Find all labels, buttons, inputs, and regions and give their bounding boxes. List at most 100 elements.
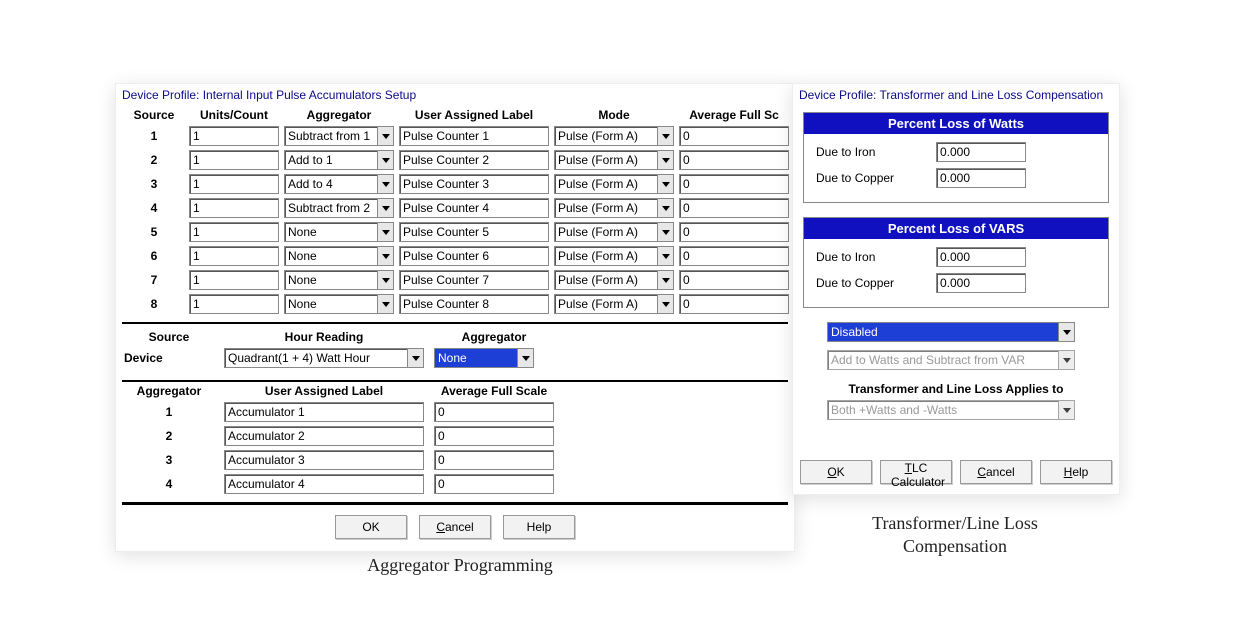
avg-full-scale-input[interactable] bbox=[679, 222, 789, 242]
row-number: 1 bbox=[124, 405, 214, 419]
accumulator-label-input[interactable] bbox=[224, 450, 424, 470]
units-count-input[interactable] bbox=[189, 174, 279, 194]
aggregator-select[interactable]: None bbox=[284, 222, 394, 242]
accumulator-row: 2 bbox=[116, 424, 794, 448]
units-count-input[interactable] bbox=[189, 222, 279, 242]
dropdown-icon bbox=[517, 349, 533, 367]
dropdown-icon bbox=[657, 247, 673, 265]
aggregator-value: None bbox=[285, 271, 377, 289]
ok-button[interactable]: OK bbox=[335, 515, 407, 539]
avg-full-scale-input[interactable] bbox=[679, 126, 789, 146]
vars-iron-input[interactable] bbox=[936, 247, 1026, 267]
help-button[interactable]: Help bbox=[503, 515, 575, 539]
aggregator-select[interactable]: None bbox=[284, 270, 394, 290]
hdr-avg3: Average Full Scale bbox=[434, 384, 554, 398]
mode-select[interactable]: Pulse (Form A) bbox=[554, 150, 674, 170]
dropdown-icon bbox=[1058, 323, 1074, 341]
row-number: 2 bbox=[124, 153, 184, 167]
vars-group: Percent Loss of VARS Due to Iron Due to … bbox=[803, 217, 1109, 308]
user-label-input[interactable] bbox=[399, 126, 549, 146]
avg-full-scale-input[interactable] bbox=[679, 174, 789, 194]
applies-value: Both +Watts and -Watts bbox=[828, 401, 1058, 419]
due-copper-label: Due to Copper bbox=[816, 171, 926, 185]
avg-full-scale-input[interactable] bbox=[679, 270, 789, 290]
accumulator-avg-input[interactable] bbox=[434, 426, 554, 446]
mode-select[interactable]: Pulse (Form A) bbox=[554, 270, 674, 290]
avg-full-scale-input[interactable] bbox=[679, 294, 789, 314]
aggregator-select[interactable]: Subtract from 2 bbox=[284, 198, 394, 218]
mode-select[interactable]: Pulse (Form A) bbox=[554, 198, 674, 218]
vars-title: Percent Loss of VARS bbox=[804, 218, 1108, 239]
watts-copper-input[interactable] bbox=[936, 168, 1026, 188]
aggregator-select[interactable]: None bbox=[284, 294, 394, 314]
mode-select[interactable]: Pulse (Form A) bbox=[554, 222, 674, 242]
user-label-input[interactable] bbox=[399, 198, 549, 218]
aggregator-value: None bbox=[285, 295, 377, 313]
units-count-input[interactable] bbox=[189, 126, 279, 146]
aggregator-select[interactable]: Subtract from 1 bbox=[284, 126, 394, 146]
units-count-input[interactable] bbox=[189, 198, 279, 218]
avg-full-scale-input[interactable] bbox=[679, 198, 789, 218]
due-iron-label: Due to Iron bbox=[816, 145, 926, 159]
dropdown-icon bbox=[657, 127, 673, 145]
accumulator-avg-input[interactable] bbox=[434, 450, 554, 470]
mode-value: Pulse (Form A) bbox=[555, 127, 657, 145]
accumulator-avg-input[interactable] bbox=[434, 474, 554, 494]
vars-copper-input[interactable] bbox=[936, 273, 1026, 293]
aggregator-select[interactable]: Add to 1 bbox=[284, 150, 394, 170]
user-label-input[interactable] bbox=[399, 270, 549, 290]
hdr-avg: Average Full Sc bbox=[679, 108, 789, 122]
device-label: Device bbox=[124, 351, 214, 365]
dialog-title: Device Profile: Internal Input Pulse Acc… bbox=[116, 84, 794, 106]
user-label-input[interactable] bbox=[399, 294, 549, 314]
units-count-input[interactable] bbox=[189, 246, 279, 266]
dropdown-icon bbox=[657, 175, 673, 193]
mode-value: Pulse (Form A) bbox=[555, 151, 657, 169]
row-number: 3 bbox=[124, 453, 214, 467]
mode-select[interactable]: Pulse (Form A) bbox=[554, 246, 674, 266]
user-label-input[interactable] bbox=[399, 246, 549, 266]
device-aggregator-select[interactable]: None bbox=[434, 348, 534, 368]
help-button[interactable]: Help bbox=[1040, 460, 1112, 484]
dialog-title: Device Profile: Transformer and Line Los… bbox=[793, 84, 1119, 106]
dropdown-icon bbox=[1058, 351, 1074, 369]
avg-full-scale-input[interactable] bbox=[679, 246, 789, 266]
cancel-button[interactable]: Cancel bbox=[960, 460, 1032, 484]
ok-button[interactable]: OK bbox=[800, 460, 872, 484]
aggregator-select[interactable]: Add to 4 bbox=[284, 174, 394, 194]
cancel-button[interactable]: Cancel bbox=[419, 515, 491, 539]
mode-select[interactable]: Pulse (Form A) bbox=[554, 294, 674, 314]
accumulator-label-input[interactable] bbox=[224, 426, 424, 446]
watts-iron-input[interactable] bbox=[936, 142, 1026, 162]
mode-select[interactable]: Pulse (Form A) bbox=[554, 174, 674, 194]
units-count-input[interactable] bbox=[189, 294, 279, 314]
aggregator-value: Add to 1 bbox=[285, 151, 377, 169]
hour-reading-select[interactable]: Quadrant(1 + 4) Watt Hour bbox=[224, 348, 424, 368]
user-label-input[interactable] bbox=[399, 174, 549, 194]
mode-select[interactable]: Pulse (Form A) bbox=[554, 126, 674, 146]
mode-value: Pulse (Form A) bbox=[555, 295, 657, 313]
user-label-input[interactable] bbox=[399, 150, 549, 170]
dropdown-icon bbox=[657, 223, 673, 241]
accumulator-label-input[interactable] bbox=[224, 474, 424, 494]
row-number: 7 bbox=[124, 273, 184, 287]
accumulator-avg-input[interactable] bbox=[434, 402, 554, 422]
hdr-units: Units/Count bbox=[189, 108, 279, 122]
tlc-calculator-button[interactable]: TLC Calculator bbox=[880, 460, 952, 484]
operation-select: Add to Watts and Subtract from VAR bbox=[827, 350, 1075, 370]
row-number: 4 bbox=[124, 201, 184, 215]
enable-select[interactable]: Disabled bbox=[827, 322, 1075, 342]
accumulator-label-input[interactable] bbox=[224, 402, 424, 422]
units-count-input[interactable] bbox=[189, 150, 279, 170]
avg-full-scale-input[interactable] bbox=[679, 150, 789, 170]
units-count-input[interactable] bbox=[189, 270, 279, 290]
user-label-input[interactable] bbox=[399, 222, 549, 242]
aggregator-value: Subtract from 1 bbox=[285, 127, 377, 145]
hdr-label3: User Assigned Label bbox=[224, 384, 424, 398]
dropdown-icon bbox=[377, 175, 393, 193]
watts-title: Percent Loss of Watts bbox=[804, 113, 1108, 134]
row-number: 3 bbox=[124, 177, 184, 191]
pulse-row: 7 None Pulse (Form A) bbox=[116, 268, 794, 292]
aggregator-select[interactable]: None bbox=[284, 246, 394, 266]
pulse-row: 6NonePulse (Form A) bbox=[116, 244, 794, 268]
